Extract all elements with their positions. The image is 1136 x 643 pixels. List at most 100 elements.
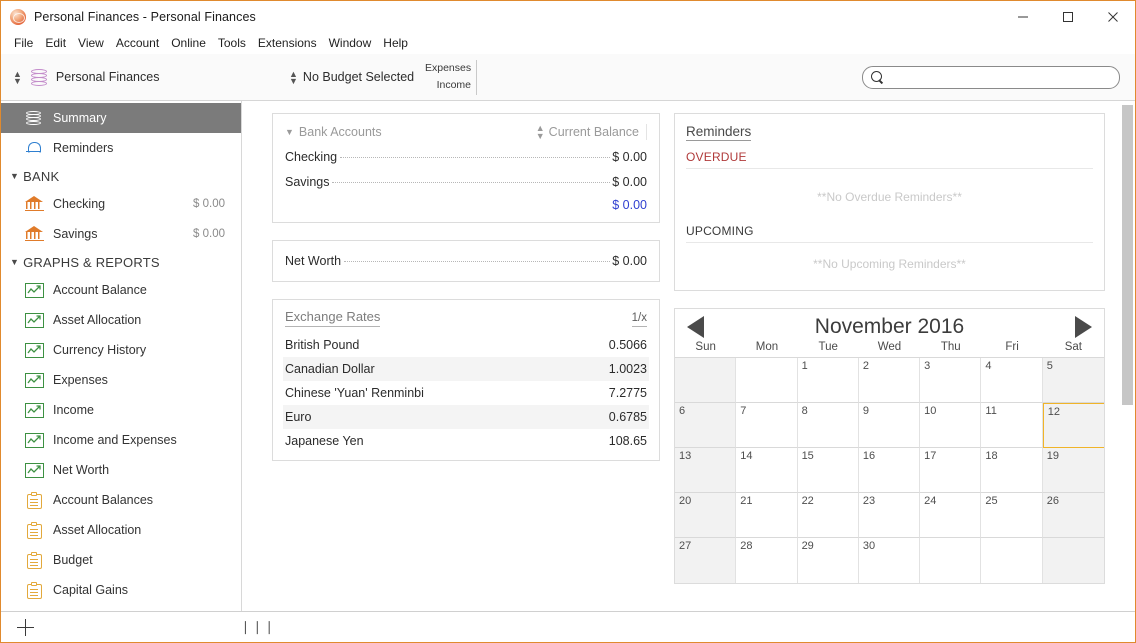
menu-extensions[interactable]: Extensions [252,34,323,52]
menu-account[interactable]: Account [110,34,165,52]
sidebar-resize-grip[interactable]: ❘❘❘ [240,619,276,635]
ledger-selector[interactable]: ▲ ▼ Personal Finances [13,67,159,87]
calendar-title: November 2016 [814,315,965,338]
budget-selector[interactable]: ▲ ▼ No Budget Selected [289,70,414,86]
menu-help[interactable]: Help [377,34,414,52]
exchange-rate-row[interactable]: Chinese 'Yuan' Renminbi 7.2775 [283,381,649,405]
menu-view[interactable]: View [72,34,110,52]
calendar-cell[interactable]: 14 [736,448,798,493]
bank-accounts-title-group[interactable]: ▼ Bank Accounts [285,125,382,139]
calendar-cell[interactable]: 27 [675,538,737,583]
calendar-cell[interactable]: 6 [675,403,737,448]
menu-online[interactable]: Online [165,34,212,52]
sidebar-item-currency-history[interactable]: Currency History [1,335,241,365]
content-vertical-scrollbar[interactable] [1120,101,1135,611]
sidebar-item-income-and-expenses[interactable]: Income and Expenses [1,425,241,455]
close-button[interactable] [1090,1,1135,32]
calendar-cell[interactable]: 1 [797,358,859,403]
menu-edit[interactable]: Edit [39,34,72,52]
report-icon [23,581,45,599]
minimize-button[interactable] [1000,1,1045,32]
calendar-cell[interactable]: 25 [981,493,1043,538]
exchange-rate-row[interactable]: British Pound 0.5066 [283,333,649,357]
calendar-cell[interactable]: 26 [1042,493,1104,538]
calendar-cell[interactable]: 7 [736,403,798,448]
status-bar: ❘❘❘ [1,611,1135,642]
sidebar-item-label: Net Worth [53,463,110,477]
sidebar-item-capital-gains-report[interactable]: Capital Gains [1,575,241,605]
calendar-cell[interactable]: 8 [797,403,859,448]
calendar-cell[interactable]: 17 [920,448,982,493]
calendar-cell[interactable] [1042,538,1104,583]
reminders-upcoming-label: UPCOMING [686,224,1093,243]
scrollbar-thumb[interactable] [1122,105,1133,405]
bell-icon [23,140,45,156]
sidebar-item-label: Account Balance [53,283,147,297]
sidebar-item-net-worth-graph[interactable]: Net Worth [1,455,241,485]
menu-tools[interactable]: Tools [212,34,252,52]
exchange-rate-row[interactable]: Japanese Yen 108.65 [283,429,649,453]
calendar-cell[interactable]: 23 [858,493,921,538]
calendar-cell[interactable]: 19 [1042,448,1104,493]
calendar-cell[interactable]: 16 [858,448,921,493]
calendar-cell[interactable] [981,538,1043,583]
search-box[interactable] [862,65,1120,89]
bank-account-row-savings[interactable]: Savings $ 0.00 [285,175,647,189]
sidebar-item-checking[interactable]: Checking $ 0.00 [1,189,241,219]
exchange-rate-row[interactable]: Canadian Dollar 1.0023 [283,357,649,381]
sidebar-item-savings[interactable]: Savings $ 0.00 [1,219,241,249]
sidebar-item-account-balances-report[interactable]: Account Balances [1,485,241,515]
calendar-cell[interactable]: 22 [797,493,859,538]
sidebar-item-label: Savings [53,227,98,241]
sidebar-item-account-balance[interactable]: Account Balance [1,275,241,305]
calendar-cell[interactable]: 18 [981,448,1043,493]
calendar-cell-today[interactable]: 12 [1042,403,1104,448]
menu-file[interactable]: File [8,34,39,52]
dot-leader [344,261,611,262]
calendar-cell[interactable]: 4 [981,358,1043,403]
sidebar-item-expenses-graph[interactable]: Expenses [1,365,241,395]
calendar-cell[interactable]: 2 [858,358,921,403]
menu-window[interactable]: Window [323,34,378,52]
calendar-cell[interactable]: 5 [1042,358,1104,403]
sidebar-item-asset-allocation-graph[interactable]: Asset Allocation [1,305,241,335]
search-input[interactable] [889,70,1111,84]
calendar-cell[interactable]: 24 [920,493,982,538]
calendar-cell[interactable]: 21 [736,493,798,538]
calendar-grid[interactable]: 1 2 3 4 5 6 7 8 9 10 11 12 13 14 15 16 1… [675,357,1104,583]
day-header: Thu [940,341,961,353]
calendar-cell[interactable] [736,358,798,403]
graph-icon [23,342,45,358]
exchange-rate-row[interactable]: Euro 0.6785 [283,405,649,429]
calendar-cell[interactable]: 11 [981,403,1043,448]
calendar-cell[interactable]: 10 [920,403,982,448]
sidebar-item-reminders[interactable]: Reminders [1,133,241,163]
calendar-next-month-icon[interactable] [1074,316,1092,338]
window-controls [1000,1,1135,32]
calendar-cell[interactable]: 20 [675,493,737,538]
calendar-cell[interactable]: 9 [858,403,921,448]
calendar-cell[interactable]: 29 [797,538,859,583]
sidebar-item-budget-report[interactable]: Budget [1,545,241,575]
calendar-cell[interactable]: 13 [675,448,737,493]
calendar-cell[interactable]: 30 [858,538,921,583]
add-account-plus-icon[interactable] [17,618,34,636]
sidebar-group-graphs-reports[interactable]: ▼ GRAPHS & REPORTS [1,249,241,275]
calendar-cell[interactable] [675,358,737,403]
sidebar-item-summary[interactable]: Summary [1,103,241,133]
net-worth-panel: Net Worth $ 0.00 [272,240,660,282]
calendar-cell[interactable] [920,538,982,583]
sidebar-item-asset-allocation-report[interactable]: Asset Allocation [1,515,241,545]
maximize-button[interactable] [1045,1,1090,32]
bank-account-row-checking[interactable]: Checking $ 0.00 [285,150,647,164]
net-worth-row[interactable]: Net Worth $ 0.00 [285,254,647,268]
calendar-cell[interactable]: 28 [736,538,798,583]
sidebar-group-bank[interactable]: ▼ BANK [1,163,241,189]
bank-accounts-sort[interactable]: ▲ ▼ Current Balance [536,124,647,141]
calendar-prev-month-icon[interactable] [687,316,704,338]
sidebar[interactable]: Summary Reminders ▼ BANK Checking $ 0.00… [1,101,242,611]
calendar-cell[interactable]: 15 [797,448,859,493]
sidebar-item-income-graph[interactable]: Income [1,395,241,425]
calendar-cell[interactable]: 3 [920,358,982,403]
currency-rate: 1.0023 [608,362,647,376]
